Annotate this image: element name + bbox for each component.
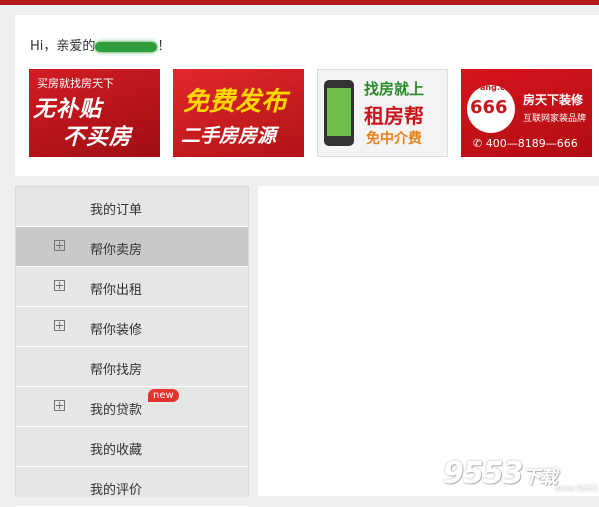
expand-icon[interactable] xyxy=(54,280,65,291)
sidebar-item-reviews[interactable]: 我的评价 xyxy=(16,467,248,507)
banner-home-decor[interactable]: Fang.com 666 房天下装修 互联网家装品牌 ✆ 400—8189—66… xyxy=(461,69,592,157)
main-content-area xyxy=(258,186,599,496)
expand-icon[interactable] xyxy=(54,320,65,331)
sidebar-item-favorites[interactable]: 我的收藏 xyxy=(16,427,248,467)
sidebar-item-my-orders[interactable]: 我的订单 xyxy=(16,187,248,227)
phone-icon xyxy=(324,80,354,146)
fang-logo: Fang.com xyxy=(475,83,519,92)
redacted-username xyxy=(95,41,158,52)
expand-icon[interactable] xyxy=(54,400,65,411)
site-watermark: 9553下载 www.9553.com xyxy=(443,456,599,493)
top-accent-bar xyxy=(0,0,599,5)
banner-free-listing[interactable]: 免费发布 二手房房源 xyxy=(173,69,304,157)
sidebar-menu: 我的订单 帮你卖房 帮你出租 帮你装修 帮你找房 我的贷款 new 我的收藏 我… xyxy=(15,186,249,507)
sidebar-item-sell-house[interactable]: 帮你卖房 xyxy=(16,227,248,267)
greeting-text: Hi，亲爱的！ xyxy=(30,39,171,54)
sidebar-item-rent-out[interactable]: 帮你出租 xyxy=(16,267,248,307)
phone-handset-icon: ✆ xyxy=(473,137,483,150)
expand-icon[interactable] xyxy=(54,240,65,251)
banner-rental-helper[interactable]: 找房就上 租房帮 免中介费 xyxy=(317,69,448,157)
welcome-panel: Hi，亲爱的！ 买房就找房天下 无补贴 不买房 免费发布 二手房房源 找房就上 … xyxy=(15,15,599,176)
banner-no-subsidy[interactable]: 买房就找房天下 无补贴 不买房 xyxy=(29,69,160,157)
new-badge: new xyxy=(148,389,179,402)
hotline: ✆ 400—8189—666 xyxy=(473,137,578,150)
sidebar-item-my-loans[interactable]: 我的贷款 new xyxy=(16,387,248,427)
sidebar-item-decoration[interactable]: 帮你装修 xyxy=(16,307,248,347)
sidebar-item-find-house[interactable]: 帮你找房 xyxy=(16,347,248,387)
